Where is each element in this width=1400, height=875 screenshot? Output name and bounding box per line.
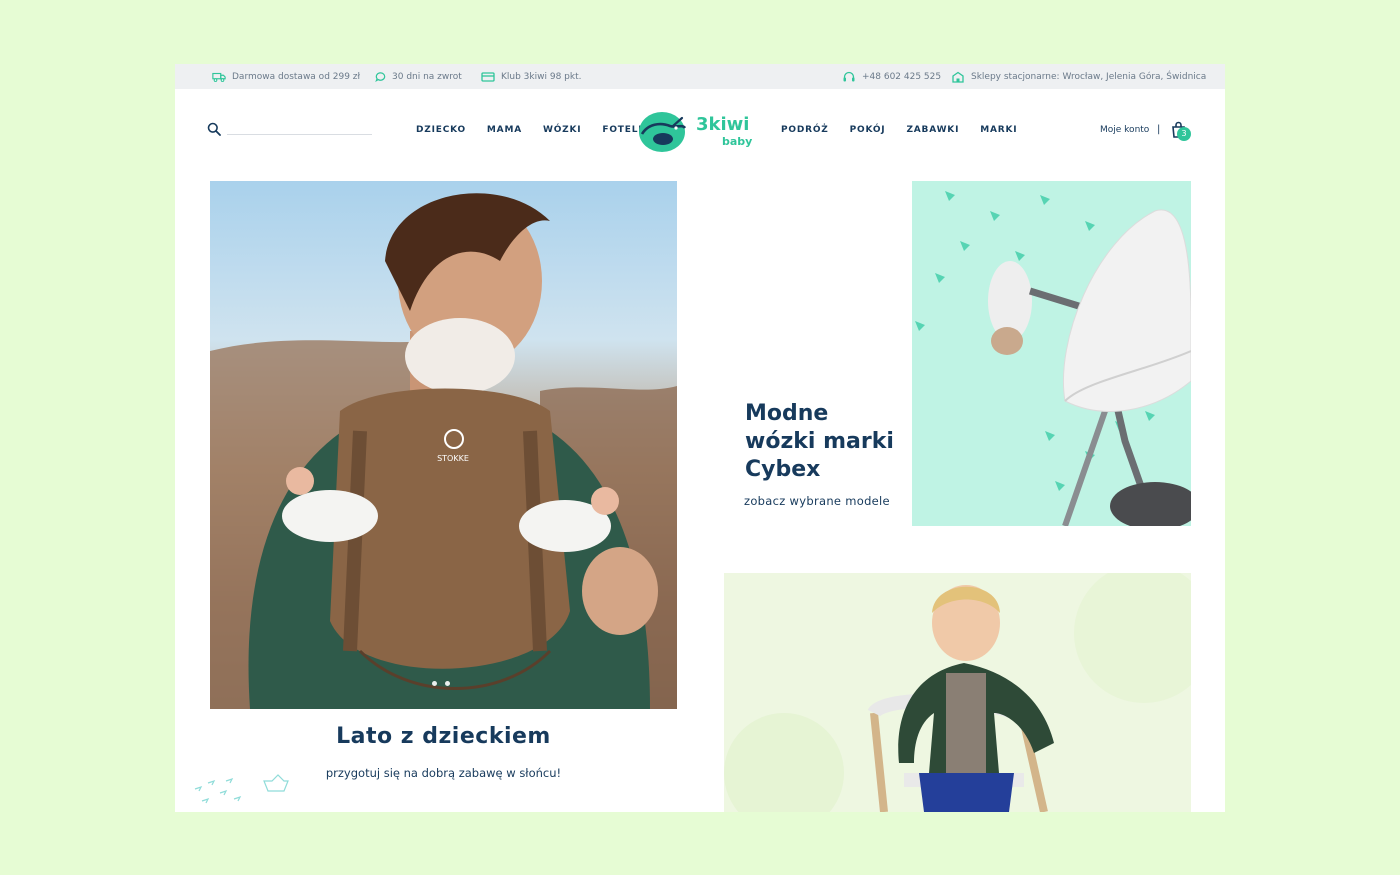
returns-info: 30 dni na zwrot xyxy=(375,64,462,89)
page: Darmowa dostawa od 299 zł 30 dni na zwro… xyxy=(175,64,1225,812)
returns-text: 30 dni na zwrot xyxy=(392,71,462,82)
hero-slider-dots xyxy=(432,681,450,686)
cybex-title-line1: Modne xyxy=(745,401,829,426)
search-box[interactable] xyxy=(207,122,372,136)
slider-dot[interactable] xyxy=(432,681,437,686)
carrier-brand: STOKKE xyxy=(437,454,469,463)
child-chair-image xyxy=(724,573,1191,812)
cybex-see-models-link[interactable]: zobacz wybrane modele xyxy=(744,494,890,508)
phone-info[interactable]: +48 602 425 525 xyxy=(842,64,941,89)
phone-text: +48 602 425 525 xyxy=(862,71,942,82)
search-icon[interactable] xyxy=(207,122,221,136)
main-nav-left: DZIECKO MAMA WÓZKI FOTELIKI xyxy=(416,125,654,135)
nav-item-dziecko[interactable]: DZIECKO xyxy=(416,125,466,135)
account-link[interactable]: Moje konto xyxy=(1100,125,1149,135)
stores-text: Sklepy stacjonarne: Wrocław, Jelenia Gór… xyxy=(971,71,1207,82)
child-chair-banner[interactable] xyxy=(724,573,1191,812)
hero-title[interactable]: Lato z dzieckiem xyxy=(175,724,712,749)
delivery-text: Darmowa dostawa od 299 zł xyxy=(232,71,361,82)
card-icon xyxy=(481,71,495,82)
cybex-title[interactable]: Modne wózki marki Cybex xyxy=(745,400,915,484)
cart-count-badge: 3 xyxy=(1177,127,1191,141)
nav-item-marki[interactable]: MARKI xyxy=(980,125,1017,135)
truck-icon xyxy=(212,72,226,82)
main-nav-right: PODRÓŻ POKÓJ ZABAWKI MARKI xyxy=(781,125,1017,135)
logo-name: 3kiwi xyxy=(696,114,749,135)
cybex-title-line3: Cybex xyxy=(745,457,821,482)
search-input[interactable] xyxy=(227,133,372,135)
stores-info[interactable]: Sklepy stacjonarne: Wrocław, Jelenia Gór… xyxy=(951,64,1206,89)
hero-subtitle: przygotuj się na dobrą zabawę w słońcu! xyxy=(325,766,562,780)
slider-dot[interactable] xyxy=(445,681,450,686)
club-text: Klub 3kiwi 98 pkt. xyxy=(501,71,582,82)
store-icon xyxy=(952,71,964,83)
cybex-title-line2: wózki marki xyxy=(745,429,894,454)
nav-item-mama[interactable]: MAMA xyxy=(487,125,522,135)
chat-icon xyxy=(375,71,386,82)
nav-item-pokoj[interactable]: POKÓJ xyxy=(850,125,886,135)
nav-item-zabawki[interactable]: ZABAWKI xyxy=(906,125,959,135)
club-info[interactable]: Klub 3kiwi 98 pkt. xyxy=(481,64,581,89)
nav-item-wozki[interactable]: WÓZKI xyxy=(543,125,581,135)
logo-sub: baby xyxy=(722,135,752,148)
hero-slider[interactable]: STOKKE xyxy=(210,181,677,709)
delivery-info: Darmowa dostawa od 299 zł xyxy=(212,64,360,89)
nav-item-podroz[interactable]: PODRÓŻ xyxy=(781,125,829,135)
header-separator: | xyxy=(1157,124,1161,135)
top-info-bar: Darmowa dostawa od 299 zł 30 dni na zwro… xyxy=(175,64,1225,89)
logo[interactable]: 3kiwi baby xyxy=(636,108,760,154)
kiwi-logo-icon xyxy=(639,112,687,152)
headset-icon xyxy=(843,71,855,81)
hero-image: STOKKE xyxy=(210,193,677,709)
